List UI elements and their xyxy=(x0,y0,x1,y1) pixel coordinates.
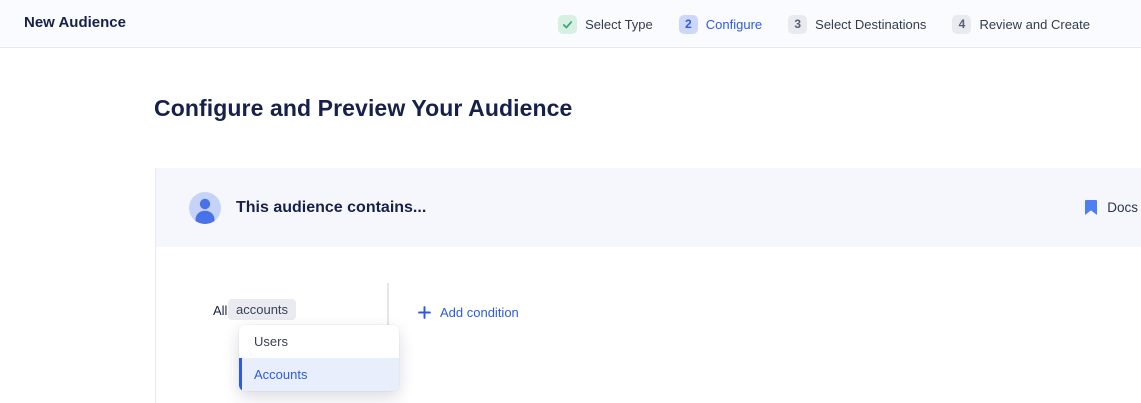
audience-panel: This audience contains... Docs All accou… xyxy=(155,168,1141,403)
docs-link[interactable]: Docs xyxy=(1085,200,1138,215)
condition-prefix-label: All xyxy=(213,303,227,318)
plus-icon xyxy=(418,306,431,319)
step-number-badge: 4 xyxy=(952,15,971,34)
bookmark-icon xyxy=(1085,200,1097,215)
step-label: Configure xyxy=(706,17,762,32)
check-icon xyxy=(558,15,577,34)
entity-dropdown-menu: Users Accounts xyxy=(239,325,399,391)
step-label: Select Destinations xyxy=(815,17,926,32)
dropdown-option-users[interactable]: Users xyxy=(239,325,399,358)
page-heading: Configure and Preview Your Audience xyxy=(154,95,572,122)
step-number-badge: 2 xyxy=(679,15,698,34)
panel-title: This audience contains... xyxy=(236,199,426,217)
step-label: Select Type xyxy=(585,17,653,32)
step-label: Review and Create xyxy=(979,17,1090,32)
add-condition-button[interactable]: Add condition xyxy=(418,305,519,320)
panel-header: This audience contains... Docs xyxy=(156,168,1141,247)
stepper: Select Type 2 Configure 3 Select Destina… xyxy=(558,0,1090,48)
top-bar: New Audience Select Type 2 Configure 3 S… xyxy=(0,0,1141,48)
page-title: New Audience xyxy=(24,14,126,31)
add-condition-label: Add condition xyxy=(440,305,519,320)
person-icon xyxy=(189,192,221,224)
step-select-type[interactable]: Select Type xyxy=(558,15,653,34)
docs-label: Docs xyxy=(1107,200,1138,215)
step-review-and-create[interactable]: 4 Review and Create xyxy=(952,15,1090,34)
step-number-badge: 3 xyxy=(788,15,807,34)
entity-select-trigger[interactable]: accounts xyxy=(228,299,296,320)
dropdown-option-accounts[interactable]: Accounts xyxy=(239,358,399,391)
step-select-destinations[interactable]: 3 Select Destinations xyxy=(788,15,926,34)
step-configure[interactable]: 2 Configure xyxy=(679,15,762,34)
